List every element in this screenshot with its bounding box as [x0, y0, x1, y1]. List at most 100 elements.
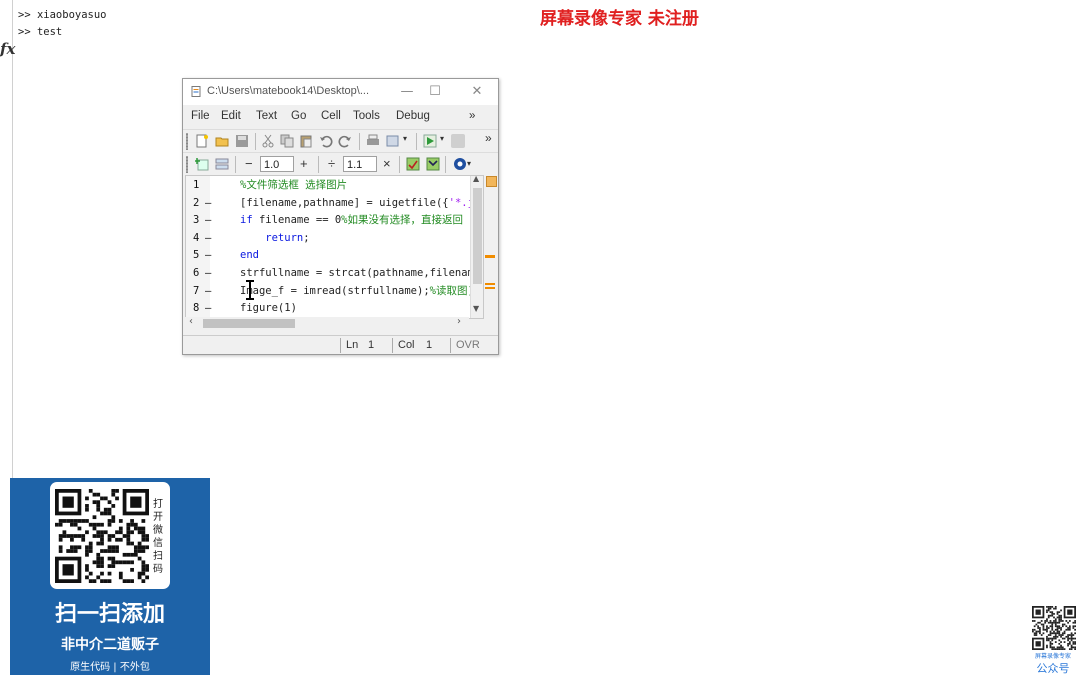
decrement-button[interactable]: −	[245, 156, 253, 171]
toolbar-separator	[359, 133, 360, 150]
warning-marker[interactable]	[485, 255, 495, 258]
code-token: %读取图)	[429, 284, 474, 297]
toolbar-overflow-icon[interactable]: »	[485, 131, 492, 145]
find-icon[interactable]	[386, 134, 400, 148]
menu-overflow-icon[interactable]: »	[469, 110, 475, 122]
line-number: 3	[193, 214, 200, 227]
warning-marker[interactable]	[485, 287, 495, 289]
close-button[interactable]: ✕	[465, 82, 489, 102]
toolbar-separator	[318, 156, 319, 173]
column-value: 1	[426, 339, 433, 351]
code-token: filename == 0	[252, 214, 342, 227]
editor-titlebar[interactable]: C:\Users\matebook14\Desktop\... — ☐ ✕	[183, 79, 498, 105]
scroll-left-icon[interactable]: ‹	[189, 316, 193, 327]
code-text: end	[240, 247, 259, 265]
code-text: [filename,pathname] = uigetfile({'*.j	[240, 195, 474, 213]
scroll-up-icon[interactable]: ▲	[473, 176, 479, 183]
vertical-scrollbar[interactable]: ▲ ▼	[470, 176, 483, 318]
warning-marker[interactable]	[485, 283, 495, 285]
menu-debug[interactable]: Debug	[396, 110, 430, 122]
divide-button[interactable]: ÷	[328, 156, 335, 171]
command-history-line: >> xiaoboyasuo	[18, 9, 107, 21]
new-file-icon[interactable]	[195, 134, 209, 148]
code-line[interactable]: 1 %文件筛选框 选择图片	[186, 177, 483, 195]
toolbar-grip[interactable]	[186, 156, 188, 173]
qr-code-icon[interactable]	[55, 489, 149, 583]
warning-indicator-icon[interactable]	[486, 176, 497, 187]
cell-value-field[interactable]: 1.0	[260, 156, 294, 172]
breakpoint-marker[interactable]: —	[205, 195, 211, 213]
menu-file[interactable]: File	[191, 110, 210, 122]
evaluate-cell-icon[interactable]	[406, 157, 420, 171]
run-icon[interactable]	[423, 134, 437, 148]
undo-icon[interactable]	[319, 134, 333, 148]
qr-card: 打开微信扫码	[50, 482, 170, 589]
minimize-button[interactable]: —	[395, 82, 419, 102]
code-token: Image_f = imread(strfullname);	[240, 284, 430, 297]
increment-button[interactable]: +	[300, 156, 308, 171]
code-token: ;	[303, 231, 310, 244]
horizontal-scrollbar[interactable]: ‹ ›	[185, 316, 469, 330]
line-number: 1	[193, 179, 200, 191]
code-line[interactable]: 4 — return;	[186, 230, 483, 248]
multiply-button[interactable]: ×	[383, 156, 391, 171]
code-line[interactable]: 2 — [filename,pathname] = uigetfile({'*.j	[186, 195, 483, 213]
code-line[interactable]: 6 — strfullname = strcat(pathname,filenam	[186, 265, 483, 283]
breakpoint-marker[interactable]: —	[205, 212, 211, 230]
menu-tools[interactable]: Tools	[353, 110, 380, 122]
code-line[interactable]: 5 — end	[186, 247, 483, 265]
breakpoint-marker[interactable]: —	[205, 247, 211, 265]
redo-icon[interactable]	[338, 134, 352, 148]
vertical-scroll-thumb[interactable]	[473, 188, 482, 284]
copy-icon[interactable]	[280, 134, 294, 148]
cell-divider-icon[interactable]	[215, 157, 229, 171]
code-line[interactable]: 3 — if filename == 0%如果没有选择，直接返回	[186, 212, 483, 230]
toolbar-separator	[416, 133, 417, 150]
help-dropdown-chevron-icon[interactable]: ▾	[467, 159, 471, 168]
print-icon[interactable]	[366, 134, 380, 148]
run-dropdown-chevron-icon[interactable]: ▾	[440, 134, 444, 143]
status-separator	[392, 338, 393, 353]
code-editor[interactable]: 1 %文件筛选框 选择图片 2 — [filename,pathname] = uige…	[185, 175, 484, 319]
toolbar-grip[interactable]	[186, 133, 188, 150]
breakpoint-marker[interactable]: —	[205, 300, 211, 318]
fx-icon[interactable]: fx	[0, 40, 15, 58]
command-window-border	[12, 0, 13, 480]
line-number: 7	[193, 284, 200, 297]
line-number: 5	[193, 249, 200, 262]
find-dropdown-chevron-icon[interactable]: ▾	[403, 134, 407, 143]
open-folder-icon[interactable]	[215, 134, 229, 148]
menu-cell[interactable]: Cell	[321, 110, 341, 122]
menu-text[interactable]: Text	[256, 110, 277, 122]
breakpoint-marker[interactable]: —	[205, 265, 211, 283]
column-label: Col	[398, 339, 415, 351]
save-icon[interactable]	[235, 134, 249, 148]
help-icon[interactable]	[453, 157, 467, 171]
code-token: return	[240, 231, 304, 244]
editor-statusbar: Ln 1 Col 1 OVR	[183, 335, 498, 355]
breakpoint-marker[interactable]: —	[205, 230, 211, 248]
code-text: if filename == 0%如果没有选择，直接返回	[240, 212, 463, 230]
menu-go[interactable]: Go	[291, 110, 306, 122]
paste-icon[interactable]	[299, 134, 313, 148]
cell-factor-field[interactable]: 1.1	[343, 156, 377, 172]
code-line[interactable]: 8 — figure(1)	[186, 300, 483, 318]
insert-cell-icon[interactable]	[195, 157, 209, 171]
breakpoint-marker[interactable]: —	[205, 283, 211, 301]
code-line[interactable]: 7 — Image_f = imread(strfullname);%读取图)	[186, 283, 483, 301]
code-token: [filename,pathname] = uigetfile({	[240, 196, 449, 209]
maximize-button[interactable]: ☐	[423, 82, 447, 102]
code-text: return;	[240, 230, 310, 248]
evaluate-advance-icon[interactable]	[426, 157, 440, 171]
editor-window: C:\Users\matebook14\Desktop\... — ☐ ✕ Fi…	[182, 78, 499, 355]
text-cursor-icon	[246, 280, 254, 300]
corner-qr-code-icon[interactable]	[1032, 606, 1076, 650]
horizontal-scroll-thumb[interactable]	[203, 319, 295, 328]
toolbar-separator	[255, 133, 256, 150]
line-number: 4	[193, 231, 200, 244]
cut-icon[interactable]	[261, 134, 275, 148]
disabled-tool-icon	[451, 134, 465, 148]
scroll-right-icon[interactable]: ›	[457, 316, 461, 327]
scroll-down-icon[interactable]: ▼	[473, 304, 479, 313]
menu-edit[interactable]: Edit	[221, 110, 241, 122]
